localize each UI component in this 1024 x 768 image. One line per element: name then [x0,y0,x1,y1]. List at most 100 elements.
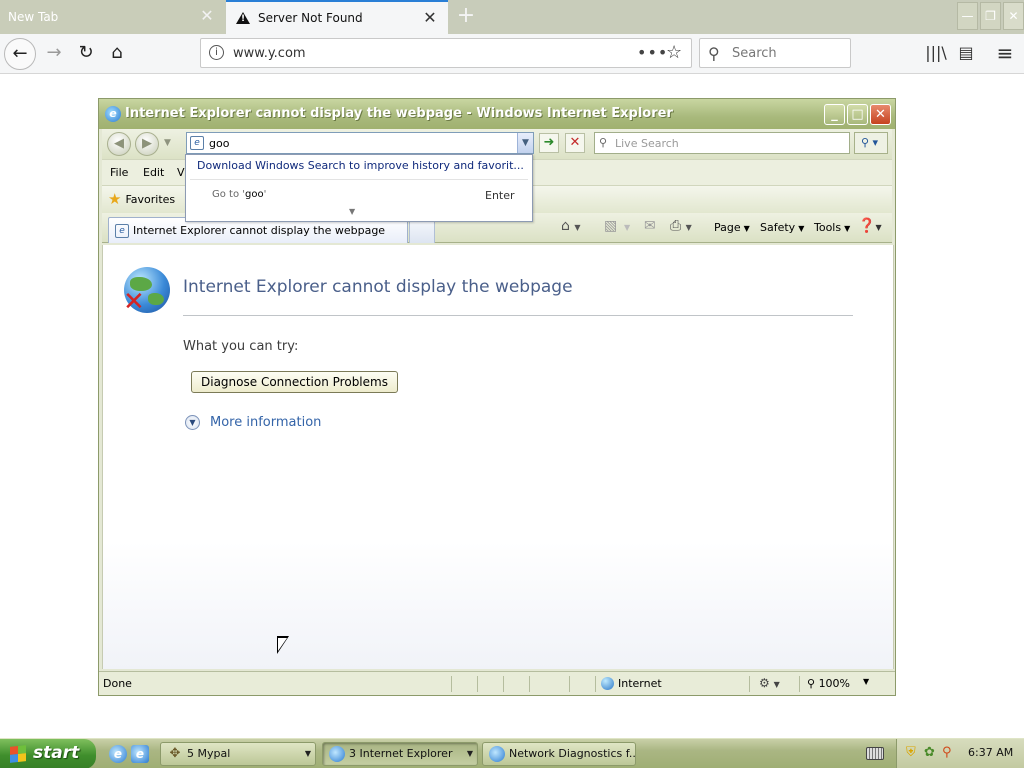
tab-server-not-found[interactable]: Server Not Found ✕ [226,0,448,34]
clock: 6:37 AM [968,746,1014,759]
tools-menu[interactable]: Tools ▼ [814,221,850,234]
menu-icon[interactable]: ≡ [991,40,1019,68]
tab-close-icon[interactable]: ✕ [199,8,215,24]
ie-address-value[interactable]: goo [209,137,229,150]
enter-hint: Enter [485,189,515,202]
url-bar[interactable]: i www.y.com ••• ☆ [200,38,692,68]
stop-button[interactable]: ✕ [565,133,585,153]
start-label: start [33,743,80,763]
forward-button[interactable]: → [38,38,70,70]
mypal-icon: ✥ [169,746,181,761]
taskbar-button-network-diagnostics[interactable]: Network Diagnostics f... [482,742,636,766]
sidebar-icon[interactable]: ▤ [952,40,980,68]
taskbar-button-mypal[interactable]: ✥ 5 Mypal ▼ [160,742,316,766]
page-actions-icon[interactable]: ••• [637,43,668,62]
ie-tab-label: Internet Explorer cannot display the web… [133,224,386,237]
search-tray-icon[interactable]: ⚲ [942,746,952,760]
new-tab-button[interactable]: + [454,3,478,29]
internet-zone-icon [601,677,614,690]
bookmark-star-icon[interactable]: ☆ [666,42,682,63]
ie-forward-button[interactable]: ▶ [135,132,159,156]
start-button[interactable]: start [0,739,96,768]
tab-new-tab[interactable]: New Tab ✕ [0,0,225,34]
home-button[interactable]: ⌂ [101,38,133,70]
quicklaunch-ie-icon-2[interactable]: e [131,745,149,763]
window-controls: — ❐ ✕ [957,2,1024,30]
feeds-icon[interactable]: ▧ [604,218,617,234]
diagnose-connection-button[interactable]: Diagnose Connection Problems [191,371,398,393]
site-info-icon[interactable]: i [209,45,224,60]
live-search-input[interactable]: ⚲ Live Search [594,132,850,154]
tab-close-icon[interactable]: ✕ [422,10,438,26]
live-search-button[interactable]: ⚲ ▾ [854,132,888,154]
security-zone[interactable]: Internet [601,677,662,690]
go-to-suggestion[interactable]: Go to 'goo' [212,189,266,200]
help-icon[interactable]: ❓▼ [858,218,882,234]
divider [190,179,528,180]
home-icon[interactable]: ⌂ ▼ [561,218,581,234]
minimize-button[interactable]: — [957,2,978,30]
page-icon: e [115,224,129,238]
ie-status-bar: Done Internet ⚙ ▼ ⚲ 100% ▼ [99,671,895,695]
security-shield-icon[interactable]: ⛨ [906,746,916,760]
mail-icon[interactable]: ✉ [644,218,656,234]
group-dropdown-icon: ▼ [304,749,311,758]
tab-label: Server Not Found [258,11,363,25]
taskbar-button-label: Network Diagnostics f... [509,747,636,760]
taskbar: start e e ✥ 5 Mypal ▼ 3 Internet Explore… [0,738,1024,768]
taskbar-button-internet-explorer[interactable]: 3 Internet Explorer ▼ [322,742,478,766]
menu-file[interactable]: File [110,166,128,179]
network-icon[interactable]: ✿ [924,746,935,760]
ie-history-dropdown-icon[interactable]: ▼ [164,138,171,148]
url-text[interactable]: www.y.com [233,46,306,61]
tools-menu-label: Tools [814,221,842,234]
ie-back-button[interactable]: ◀ [107,132,131,156]
more-information-label[interactable]: More information [210,415,321,430]
expand-arrow-icon[interactable]: ▼ [349,207,355,216]
error-title: Internet Explorer cannot display the web… [183,277,573,297]
warning-icon [236,12,250,24]
page-menu-label: Page [714,221,741,234]
more-information-link[interactable]: ▼ More information [185,415,321,430]
page-menu[interactable]: Page ▼ [714,221,750,234]
network-diagnostics-icon [489,746,505,762]
ie-logo-icon: e [105,106,121,122]
group-dropdown-icon: ▼ [466,749,473,758]
safety-menu[interactable]: Safety ▼ [760,221,804,234]
keyboard-icon[interactable] [866,747,884,760]
ie-maximize-button[interactable]: □ [847,104,868,125]
zone-label: Internet [618,677,662,690]
search-input[interactable]: ⚲ Search [699,38,851,68]
favorites-star-icon: ★ [108,190,122,208]
quicklaunch-ie-icon[interactable]: e [109,745,127,763]
tab-label: New Tab [8,10,59,24]
protected-mode-icon[interactable]: ⚙ ▼ [759,676,780,690]
restore-button[interactable]: ❐ [980,2,1001,30]
close-window-button[interactable]: ✕ [1003,2,1024,30]
ie-close-button[interactable]: ✕ [870,104,891,125]
reload-button[interactable]: ↻ [70,38,102,70]
ie-new-tab-button[interactable] [409,221,435,243]
go-arrow-button[interactable]: ➜ [539,133,559,153]
live-search-placeholder: Live Search [615,137,679,150]
ie-page-content: ✕ Internet Explorer cannot display the w… [102,245,894,669]
ie-minimize-button[interactable]: _ [824,104,845,125]
feeds-dropdown-icon[interactable]: ▼ [624,223,630,232]
divider [183,315,853,316]
ie-titlebar[interactable]: e Internet Explorer cannot display the w… [99,99,895,129]
expand-chevron-icon[interactable]: ▼ [185,415,200,430]
print-icon[interactable]: ⎙ ▼ [670,218,692,234]
back-button[interactable]: ← [4,38,36,70]
ie-address-input[interactable]: e goo ▼ [186,132,534,154]
search-icon: ⚲ [708,44,720,63]
favorites-button[interactable]: ★ Favorites [108,190,175,208]
zoom-level[interactable]: ⚲ 100% [807,677,850,690]
windows-flag-icon [10,745,26,763]
address-dropdown-icon[interactable]: ▼ [517,133,533,153]
zoom-dropdown-icon[interactable]: ▼ [863,677,869,686]
error-try-label: What you can try: [183,339,299,354]
download-windows-search-link[interactable]: Download Windows Search to improve histo… [197,159,524,172]
menu-edit[interactable]: Edit [143,166,164,179]
taskbar-button-label: 5 Mypal [187,747,231,760]
library-icon[interactable]: |||\ [922,40,950,68]
